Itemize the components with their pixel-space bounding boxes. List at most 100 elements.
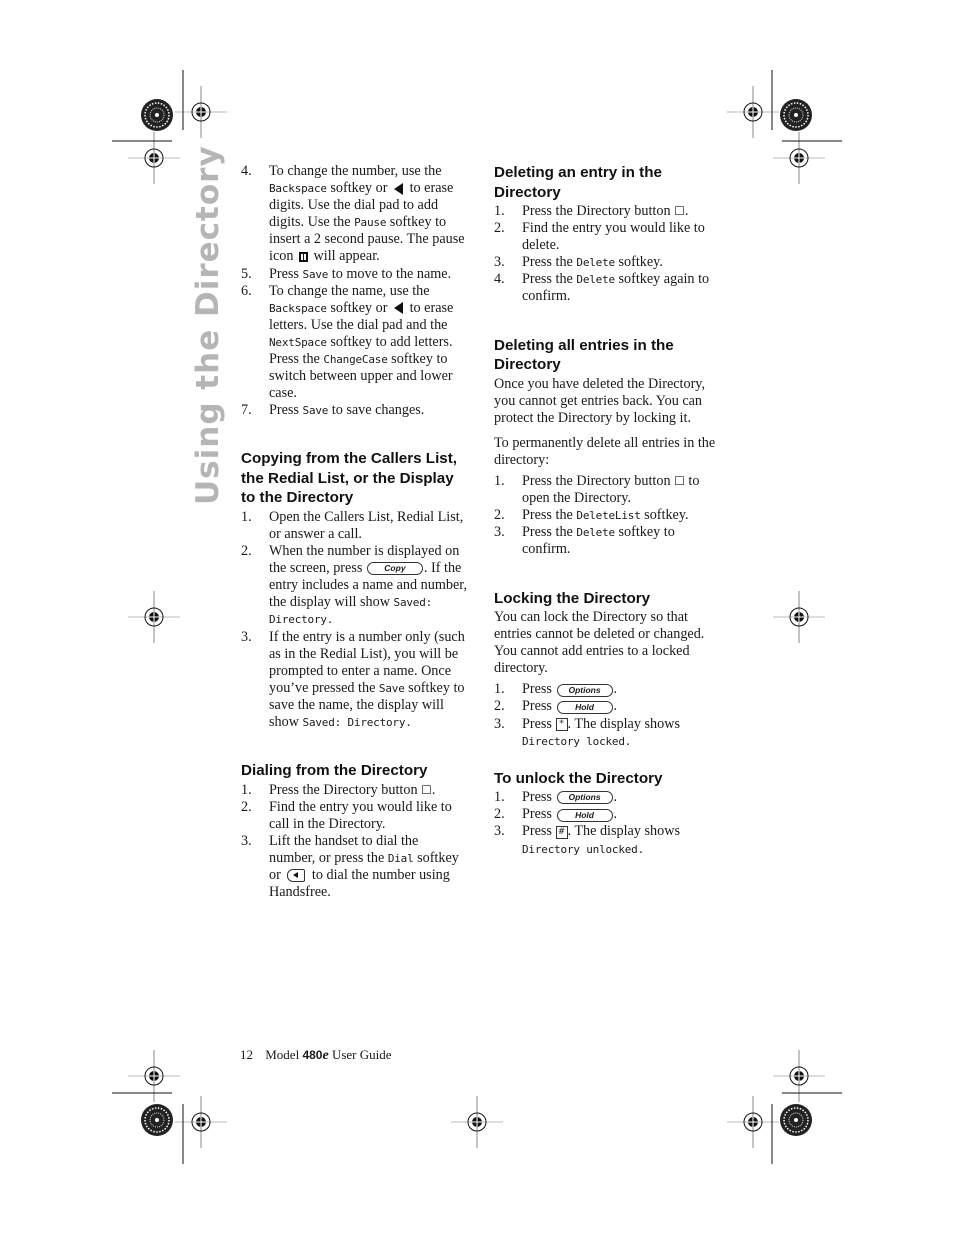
registration-mark-icon (772, 590, 826, 644)
page-number: 12 (240, 1047, 253, 1062)
step-text: Open the Callers List, Redial List, or a… (269, 508, 464, 542)
footer-model-prefix: Model (265, 1047, 300, 1062)
list-step: 7. Press Save to save changes. (241, 402, 467, 419)
list-step: 1. Open the Callers List, Redial List, or… (241, 509, 467, 543)
list-step: 1. Press the Directory button ☐. (241, 782, 467, 799)
footer-guide-label: User Guide (331, 1047, 392, 1062)
display-text: NextSpace (269, 335, 327, 349)
star-target-icon (779, 98, 813, 132)
list-step: 2. Press the DeleteList softkey. (494, 507, 720, 524)
display-text: Save (302, 267, 329, 281)
pause-icon (298, 252, 308, 263)
directory-book-icon: ☐ (674, 204, 685, 218)
registration-mark-icon (127, 1049, 181, 1103)
star-target-icon (140, 98, 174, 132)
locking-steps: 1. Press Options. 2. Press Hold. 3. Press *. … (494, 681, 720, 749)
delete-entry-steps: 1. Press the Directory button ☐. 2. Find th… (494, 203, 720, 306)
display-text: Pause (354, 216, 387, 230)
list-step: 3. If the entry is a number only (such as… (241, 629, 467, 732)
registration-mark-icon (772, 1049, 826, 1103)
step-text: softkey. (640, 507, 689, 524)
step-text: Press (522, 681, 556, 698)
softkey-options-icon: Options (556, 683, 613, 697)
step-text: . The display shows (567, 823, 680, 840)
registration-mark-icon (726, 1095, 780, 1149)
footer-model-suffix: e (322, 1048, 329, 1063)
delete-all-warning: Once you have deleted the Directory, you… (494, 375, 706, 426)
unlocking-steps: 1. Press Options. 2. Press Hold. 3. Press #. … (494, 789, 720, 857)
step-text: Press (522, 715, 556, 732)
page-footer: 12 Model 480e User Guide (240, 1047, 392, 1064)
softkey-hold-icon: Hold (556, 700, 613, 714)
copying-steps: 1. Open the Callers List, Redial List, or… (241, 509, 467, 731)
list-step: 6. To change the name, use the Backspace … (241, 283, 467, 403)
display-text: ChangeCase (323, 353, 388, 367)
step-text: to save changes. (328, 402, 425, 419)
directory-book-icon: ☐ (421, 782, 432, 797)
step-number: 1. (241, 508, 252, 525)
unlocking-heading: To unlock the Directory (494, 769, 663, 787)
step-text: Press (522, 806, 556, 823)
edit-steps: 4. To change the number, use the Backspac… (241, 163, 467, 419)
step-text: Press the (522, 271, 577, 288)
list-step: 2. Find the entry you would like to delet… (494, 220, 720, 254)
step-number: 2. (494, 507, 505, 524)
list-step: 3. Press #. The display shows Directory u… (494, 823, 720, 857)
display-text: Dial (387, 852, 414, 865)
step-text: . (431, 781, 436, 798)
star-target-icon (140, 1103, 174, 1137)
directory-book-icon: ☐ (674, 474, 685, 489)
step-text: softkey or (326, 299, 392, 316)
list-step: 1. Press Options. (494, 789, 720, 806)
right-column: Deleting an entry in the Directory 1. Pre… (494, 163, 720, 858)
list-step: 2. When the number is displayed on the sc… (241, 543, 467, 628)
list-step: 4. To change the number, use the Backspac… (241, 163, 467, 266)
step-number: 1. (494, 203, 505, 219)
step-number: 6. (241, 282, 252, 299)
crop-marks (112, 70, 842, 1164)
step-text: . (613, 806, 618, 823)
list-step: 4. Press the Delete softkey again to conf… (494, 271, 720, 305)
step-number: 2. (494, 806, 505, 823)
pound-key-icon: # (555, 825, 568, 839)
step-number: 1. (494, 789, 505, 806)
step-number: 2. (241, 543, 252, 560)
step-text: Press the Directory button (522, 473, 675, 490)
list-step: 3. Press the Delete softkey to confirm. (494, 524, 720, 558)
step-text: . (613, 698, 618, 715)
step-text: Press (522, 823, 556, 840)
step-number: 3. (494, 823, 505, 840)
step-number: 2. (494, 220, 505, 237)
list-step: 5. Press Save to move to the name. (241, 266, 467, 283)
step-text: Press the Directory button (522, 203, 675, 219)
softkey-copy-icon: Copy (366, 562, 423, 576)
registration-mark-icon (726, 85, 780, 139)
step-number: 5. (241, 265, 252, 282)
step-text: Press the (522, 524, 577, 541)
step-text: Press the (522, 254, 577, 271)
display-text: Directory unlocked. (522, 842, 645, 856)
display-text: Backspace (269, 301, 327, 315)
list-step: 3. Lift the handset to dial the number, o… (241, 833, 467, 901)
display-text: DeleteList (576, 509, 641, 523)
step-number: 7. (241, 402, 252, 419)
display-text: Saved: Directory. (302, 716, 412, 730)
step-text: . (613, 789, 618, 806)
dialing-steps: 1. Press the Directory button ☐. 2. Find th… (241, 782, 467, 902)
step-text: Press (522, 698, 556, 715)
list-step: 3. Press the Delete softkey. (494, 254, 720, 271)
backspace-arrow-icon (394, 182, 404, 195)
step-text: Find the entry you would like to call in… (269, 798, 452, 832)
softkey-options-icon: Options (556, 791, 613, 805)
step-number: 2. (241, 798, 252, 815)
display-text: Backspace (269, 182, 327, 196)
registration-mark-icon (174, 1095, 228, 1149)
display-text: Delete (576, 273, 615, 287)
section-sidebar-title: Using the Directory (190, 145, 226, 505)
step-text: Press (522, 789, 556, 806)
step-text: Press (269, 265, 303, 282)
step-text: . (684, 203, 689, 219)
list-step: 1. Press Options. (494, 681, 720, 698)
delete-all-intro: To permanently delete all entries in the… (494, 434, 716, 468)
step-number: 3. (241, 628, 252, 645)
